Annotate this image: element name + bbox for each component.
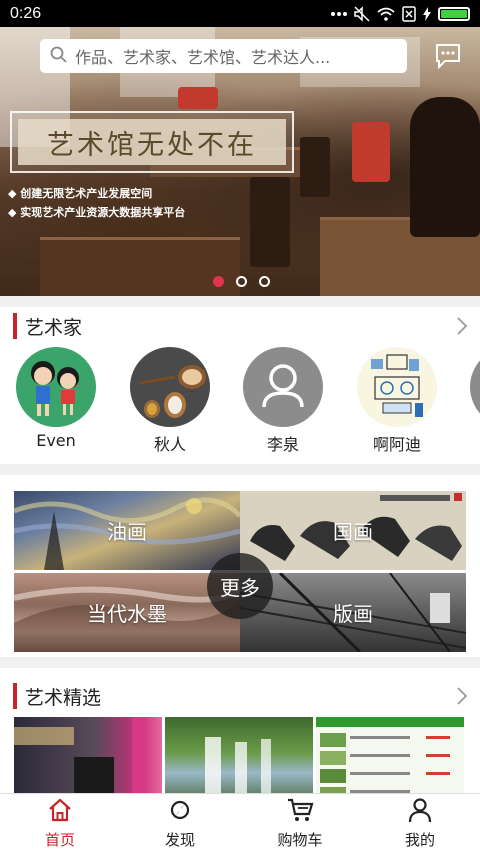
section-title: 艺术家 xyxy=(25,316,83,339)
search-input[interactable]: 作品、艺术家、艺术馆、艺术达人... xyxy=(40,39,407,73)
featured-section: 艺术精选 xyxy=(0,668,480,793)
app-screen: 0:26 作品、艺术家、艺术馆、艺术达人... 艺术馆无处不在 ◆ 创建无限艺术… xyxy=(0,0,480,853)
avatar xyxy=(470,347,480,427)
artist-item[interactable] xyxy=(470,347,480,427)
category-chinese-painting[interactable]: 国画 xyxy=(240,491,466,570)
more-categories-button[interactable]: 更多 xyxy=(207,553,273,619)
tab-cart[interactable]: 购物车 xyxy=(240,794,360,853)
cart-icon xyxy=(286,797,314,827)
user-icon xyxy=(407,797,433,827)
avatar xyxy=(16,347,96,427)
tab-discover[interactable]: 发现 xyxy=(120,794,240,853)
featured-thumb[interactable] xyxy=(316,717,464,793)
status-time: 0:26 xyxy=(10,4,42,22)
featured-thumb[interactable] xyxy=(14,717,162,793)
chevron-right-icon[interactable] xyxy=(456,686,468,710)
featured-thumb[interactable] xyxy=(165,717,313,793)
chevron-right-icon[interactable] xyxy=(456,316,468,340)
tab-label: 发现 xyxy=(164,831,195,849)
banner-slogan: 艺术馆无处不在 xyxy=(47,129,257,161)
artist-item[interactable]: 李泉 xyxy=(243,347,323,455)
slogan-frame: 艺术馆无处不在 xyxy=(10,111,294,173)
tab-label: 购物车 xyxy=(277,831,323,849)
category-label: 国画 xyxy=(333,520,373,544)
more-label: 更多 xyxy=(220,575,260,600)
status-icons xyxy=(331,5,470,22)
artist-item[interactable]: Even xyxy=(16,347,96,450)
section-accent-bar xyxy=(13,683,17,709)
featured-header[interactable]: 艺术精选 xyxy=(0,677,480,715)
mute-icon xyxy=(354,5,370,22)
bottom-tab-bar: 首页 发现 购物车 我的 xyxy=(0,793,480,853)
compass-icon xyxy=(167,797,193,827)
banner-bullet-2: ◆ 实现艺术产业资源大数据共享平台 xyxy=(8,206,186,219)
more-dots-icon xyxy=(331,11,347,17)
home-icon xyxy=(47,797,73,827)
avatar xyxy=(243,347,323,427)
wifi-icon xyxy=(377,7,395,21)
banner-bullet-1: ◆ 创建无限艺术产业发展空间 xyxy=(8,187,153,200)
category-label: 油画 xyxy=(107,520,147,544)
tab-label: 首页 xyxy=(44,831,75,849)
category-label: 版画 xyxy=(333,602,373,626)
category-printmaking[interactable]: 版画 xyxy=(240,573,466,652)
hero-banner[interactable]: 作品、艺术家、艺术馆、艺术达人... 艺术馆无处不在 ◆ 创建无限艺术产业发展空… xyxy=(0,27,480,296)
status-bar: 0:26 xyxy=(0,0,480,27)
artists-section: 艺术家 Even 秋人 李泉 啊阿迪 xyxy=(0,307,480,464)
no-sim-icon xyxy=(402,5,416,22)
search-placeholder: 作品、艺术家、艺术馆、艺术达人... xyxy=(75,48,331,67)
tab-profile[interactable]: 我的 xyxy=(360,794,480,853)
message-button[interactable] xyxy=(434,42,462,70)
search-icon xyxy=(50,46,67,67)
category-label: 当代水墨 xyxy=(87,602,167,626)
carousel-dot[interactable] xyxy=(259,276,270,287)
section-accent-bar xyxy=(13,313,17,339)
artist-name: 啊阿迪 xyxy=(372,435,421,454)
category-oil-painting[interactable]: 油画 xyxy=(14,491,240,570)
carousel-dot[interactable] xyxy=(236,276,247,287)
carousel-dot[interactable] xyxy=(213,276,224,287)
section-title: 艺术精选 xyxy=(25,686,102,709)
charging-icon xyxy=(423,6,431,21)
artist-item[interactable]: 啊阿迪 xyxy=(357,347,437,455)
chat-bubble-icon xyxy=(434,44,462,74)
tab-home[interactable]: 首页 xyxy=(0,794,120,853)
artist-item[interactable]: 秋人 xyxy=(130,347,210,455)
artist-name: 秋人 xyxy=(153,435,186,454)
artist-name: 李泉 xyxy=(266,435,299,454)
artists-header[interactable]: 艺术家 xyxy=(0,307,480,345)
carousel-dots[interactable] xyxy=(213,276,270,287)
artist-name: Even xyxy=(36,431,76,450)
tab-label: 我的 xyxy=(404,831,435,849)
avatar xyxy=(357,347,437,427)
avatar xyxy=(130,347,210,427)
category-grid: 油画 国画 当代水墨 版画 更多 xyxy=(0,475,480,657)
battery-icon xyxy=(438,6,470,21)
